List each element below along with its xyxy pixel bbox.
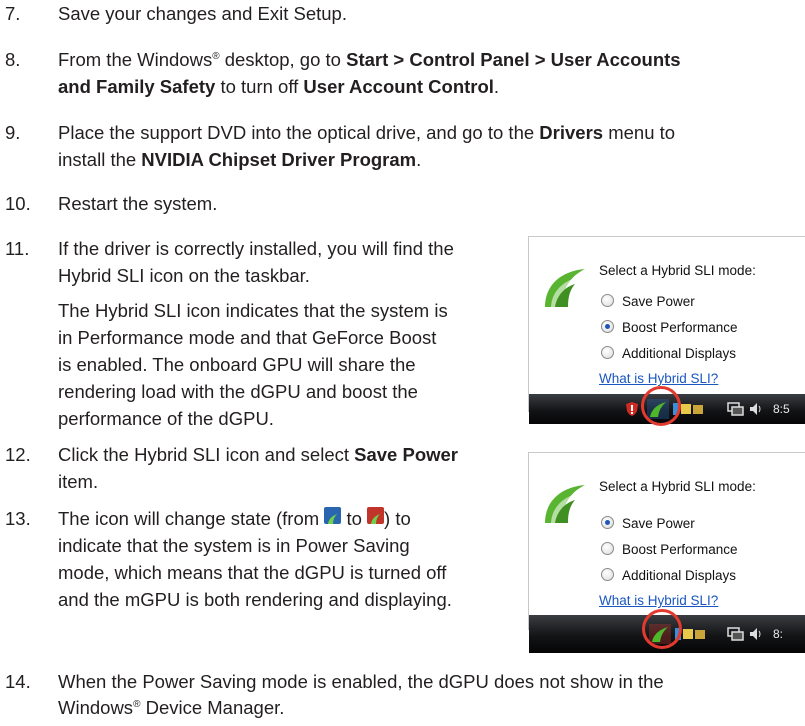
- step-text-line-1: From the Windows® desktop, go to Start >…: [58, 49, 681, 70]
- step-text: Save your changes and Exit Setup.: [58, 3, 347, 24]
- step-text-line-1: When the Power Saving mode is enabled, t…: [58, 671, 664, 692]
- step-text-line-1: The icon will change state (from to ) to: [58, 507, 411, 529]
- radio-additional-displays[interactable]: Additional Displays: [601, 567, 736, 585]
- radio-button-selected[interactable]: [601, 516, 614, 529]
- what-is-hybrid-sli-link[interactable]: What is Hybrid SLI?: [599, 593, 718, 608]
- radio-save-power[interactable]: Save Power: [601, 293, 695, 311]
- step-11-para-line: is enabled. The onboard GPU will share t…: [58, 354, 416, 375]
- step-8-line-2: and Family Safety to turn off User Accou…: [58, 76, 500, 97]
- step-text-line-1: Click the Hybrid SLI icon and select Sav…: [58, 444, 459, 465]
- manual-page: 7. Save your changes and Exit Setup. 8. …: [0, 0, 805, 726]
- radio-button[interactable]: [601, 346, 614, 359]
- step-13-line-2: indicate that the system is in Power Sav…: [58, 535, 410, 556]
- step-number: 10.: [5, 193, 31, 214]
- step-9-line-2: install the NVIDIA Chipset Driver Progra…: [58, 149, 422, 170]
- step-text: Restart the system.: [58, 193, 218, 214]
- step-13-line-3: mode, which means that the dGPU is turne…: [58, 562, 447, 583]
- radio-button[interactable]: [601, 542, 614, 555]
- volume-icon[interactable]: [748, 401, 764, 417]
- step-11-line-2: Hybrid SLI icon on the taskbar.: [58, 265, 310, 286]
- network-icon[interactable]: [727, 626, 745, 642]
- popup-heading: Select a Hybrid SLI mode:: [599, 479, 756, 494]
- radio-button[interactable]: [601, 568, 614, 581]
- nvidia-eye-logo-icon: [545, 485, 585, 523]
- popup-heading: Select a Hybrid SLI mode:: [599, 263, 756, 278]
- step-11-para-line: performance of the dGPU.: [58, 408, 274, 429]
- step-11-para-line: in Performance mode and that GeForce Boo…: [58, 327, 437, 348]
- step-number: 11.: [5, 238, 30, 259]
- step-number: 7.: [5, 3, 21, 24]
- radio-additional-displays[interactable]: Additional Displays: [601, 345, 736, 363]
- step-number: 8.: [5, 49, 21, 70]
- step-13-line-4: and the mGPU is both rendering and displ…: [58, 589, 452, 610]
- highlight-circle: [642, 609, 682, 649]
- step-12-line-2: item.: [58, 471, 99, 492]
- volume-icon[interactable]: [748, 626, 764, 642]
- radio-boost-performance[interactable]: Boost Performance: [601, 541, 738, 559]
- hybrid-sli-popup-save-power: Select a Hybrid SLI mode: Save Power Boo…: [528, 452, 805, 653]
- nvidia-boost-icon: [324, 507, 342, 524]
- what-is-hybrid-sli-link[interactable]: What is Hybrid SLI?: [599, 371, 718, 386]
- step-number: 14.: [5, 671, 31, 692]
- step-text-line-1: If the driver is correctly installed, yo…: [58, 238, 454, 259]
- step-number: 13.: [5, 508, 31, 529]
- taskbar-clock: 8:: [773, 627, 784, 641]
- radio-save-power[interactable]: Save Power: [601, 515, 695, 533]
- radio-button[interactable]: [601, 294, 614, 307]
- taskbar-clock: 8:5: [773, 402, 790, 416]
- hybrid-sli-popup-boost: Select a Hybrid SLI mode: Save Power Boo…: [528, 236, 805, 426]
- shield-warning-icon: [626, 402, 638, 416]
- highlight-circle: [641, 386, 681, 426]
- step-14-line-2: Windows® Device Manager.: [58, 697, 285, 718]
- step-11-para-line: rendering load with the dGPU and boost t…: [58, 381, 418, 402]
- step-number: 12.: [5, 444, 31, 465]
- radio-button-selected[interactable]: [601, 320, 614, 333]
- nvidia-power-icon: [367, 507, 385, 524]
- step-text-line-1: Place the support DVD into the optical d…: [58, 122, 676, 143]
- step-11-para-line: The Hybrid SLI icon indicates that the s…: [58, 300, 448, 321]
- network-icon[interactable]: [727, 401, 745, 417]
- nvidia-eye-logo-icon: [545, 269, 585, 307]
- radio-boost-performance[interactable]: Boost Performance: [601, 319, 738, 337]
- step-number: 9.: [5, 122, 21, 143]
